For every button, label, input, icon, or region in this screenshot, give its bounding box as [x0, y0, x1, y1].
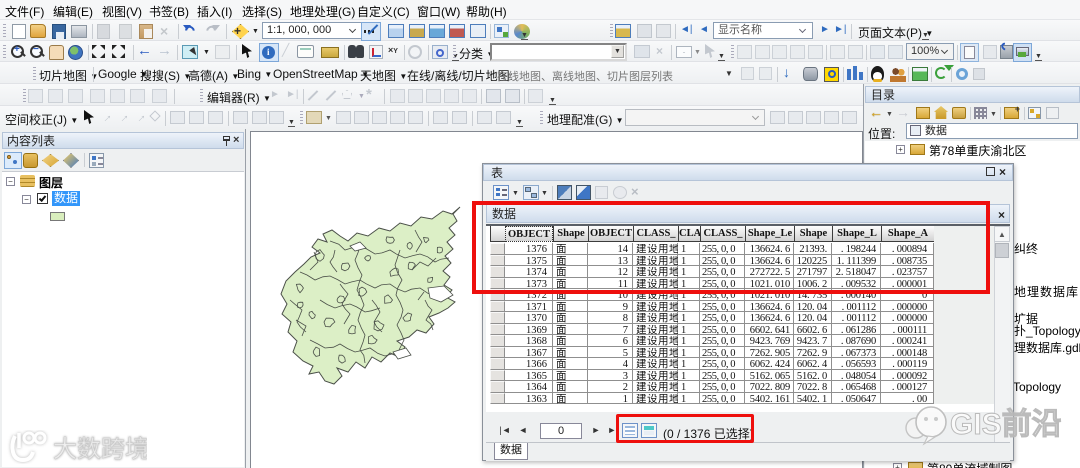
svg-text:GIS前沿: GIS前沿: [950, 408, 1062, 441]
svg-text:大数跨境: 大数跨境: [53, 436, 147, 463]
